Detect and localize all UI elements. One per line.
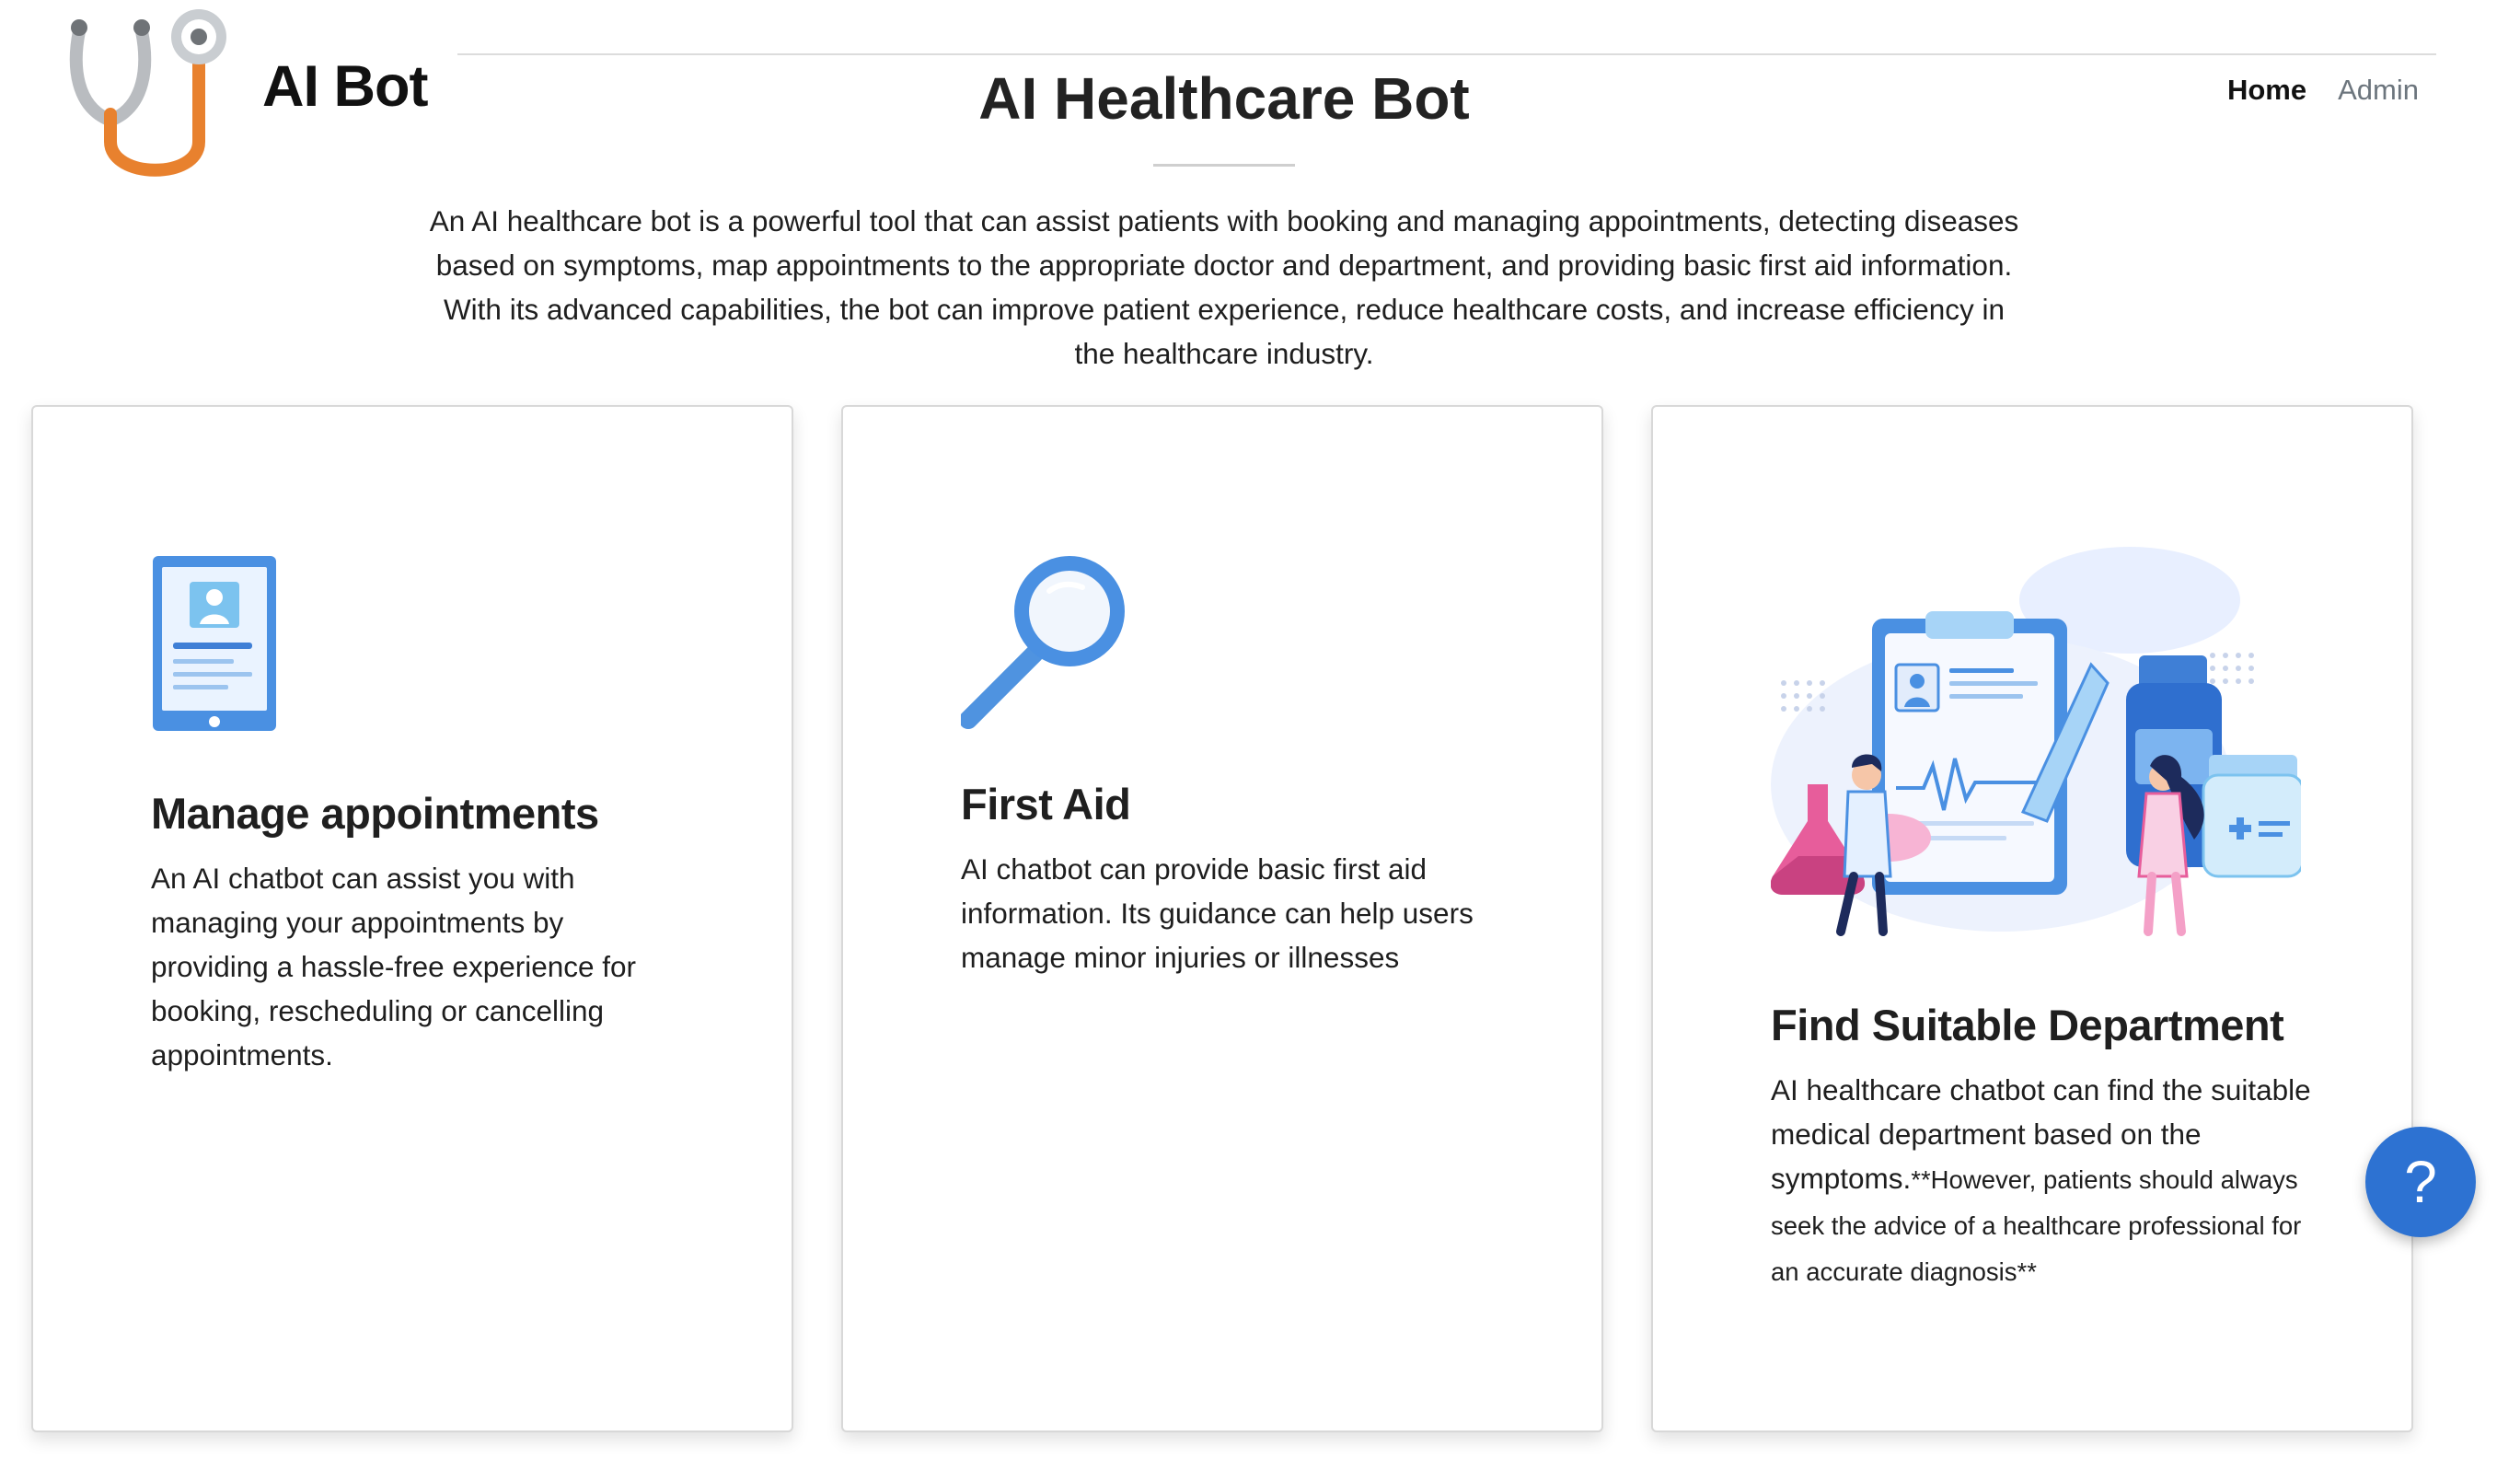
card-text: AI healthcare chatbot can find the suita… [1771, 1068, 2314, 1294]
card-text: AI chatbot can provide basic first aid i… [961, 852, 1474, 974]
card-manage-appointments: Manage appointments An AI chatbot can as… [31, 405, 793, 1432]
page-title: AI Healthcare Bot [978, 65, 1470, 132]
header-divider [457, 53, 2436, 55]
card-find-department: Find Suitable Department AI healthcare c… [1651, 405, 2413, 1432]
card-title: First Aid [961, 780, 1131, 828]
intro-text: An AI healthcare bot is a powerful tool … [429, 204, 2019, 370]
medical-team-illustration [1771, 547, 2301, 936]
card-first-aid: First Aid AI chatbot can provide basic f… [841, 405, 1603, 1432]
help-button[interactable]: ? [2365, 1127, 2476, 1237]
title-underline [1153, 164, 1295, 167]
help-icon: ? [2404, 1149, 2437, 1215]
magnifying-glass-icon [961, 556, 1125, 729]
card-title: Manage appointments [151, 789, 599, 838]
tablet-profile-icon [153, 556, 276, 731]
card-text: An AI chatbot can assist you with managi… [151, 862, 637, 1071]
card-title: Find Suitable Department [1771, 1001, 2284, 1049]
